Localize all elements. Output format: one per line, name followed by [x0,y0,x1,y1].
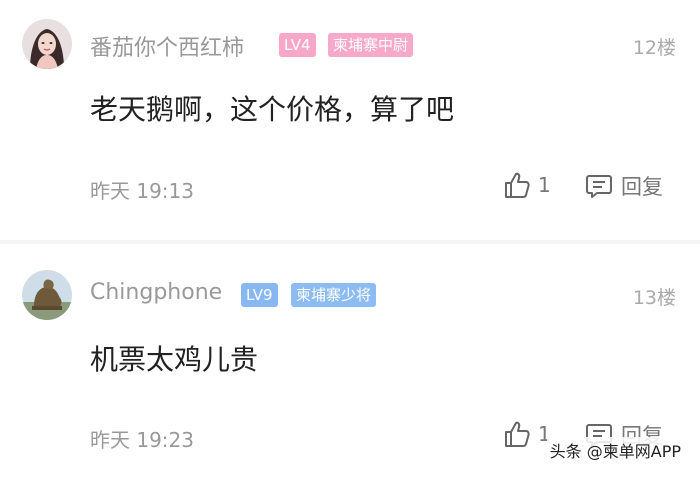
like-count: 1 [538,173,551,197]
comment-text: 老天鹅啊，这个价格，算了吧 [90,93,455,126]
comment-item: 番茄你个西红柿 LV4 柬埔寨中尉 12楼 老天鹅啊，这个价格，算了吧 昨天 1… [0,0,700,240]
username[interactable]: Chingphone [90,280,222,305]
thumbs-up-icon [505,421,530,447]
username[interactable]: 番茄你个西红柿 [90,30,244,62]
like-button[interactable]: 1 [504,420,551,448]
title-badge: 柬埔寨少将 [291,283,377,307]
floor-number: 12楼 [632,37,676,59]
comment-time: 昨天 19:23 [90,428,194,452]
title-badge: 柬埔寨中尉 [328,33,414,57]
level-badge: LV4 [279,33,316,57]
reply-label: 回复 [621,175,663,199]
like-button[interactable]: 1 [504,171,551,199]
floor-number: 13楼 [632,287,676,309]
comment-text: 机票太鸡儿贵 [90,343,259,376]
reply-button[interactable]: 回复 [585,171,663,201]
comment-bubble-icon [586,175,612,198]
comment-time: 昨天 19:13 [90,179,194,203]
watermark: 头条 @柬单网APP [546,437,684,463]
level-badge: LV9 [241,283,278,307]
thumbs-up-icon [505,172,530,198]
avatar[interactable] [22,270,72,320]
avatar[interactable] [22,19,72,69]
